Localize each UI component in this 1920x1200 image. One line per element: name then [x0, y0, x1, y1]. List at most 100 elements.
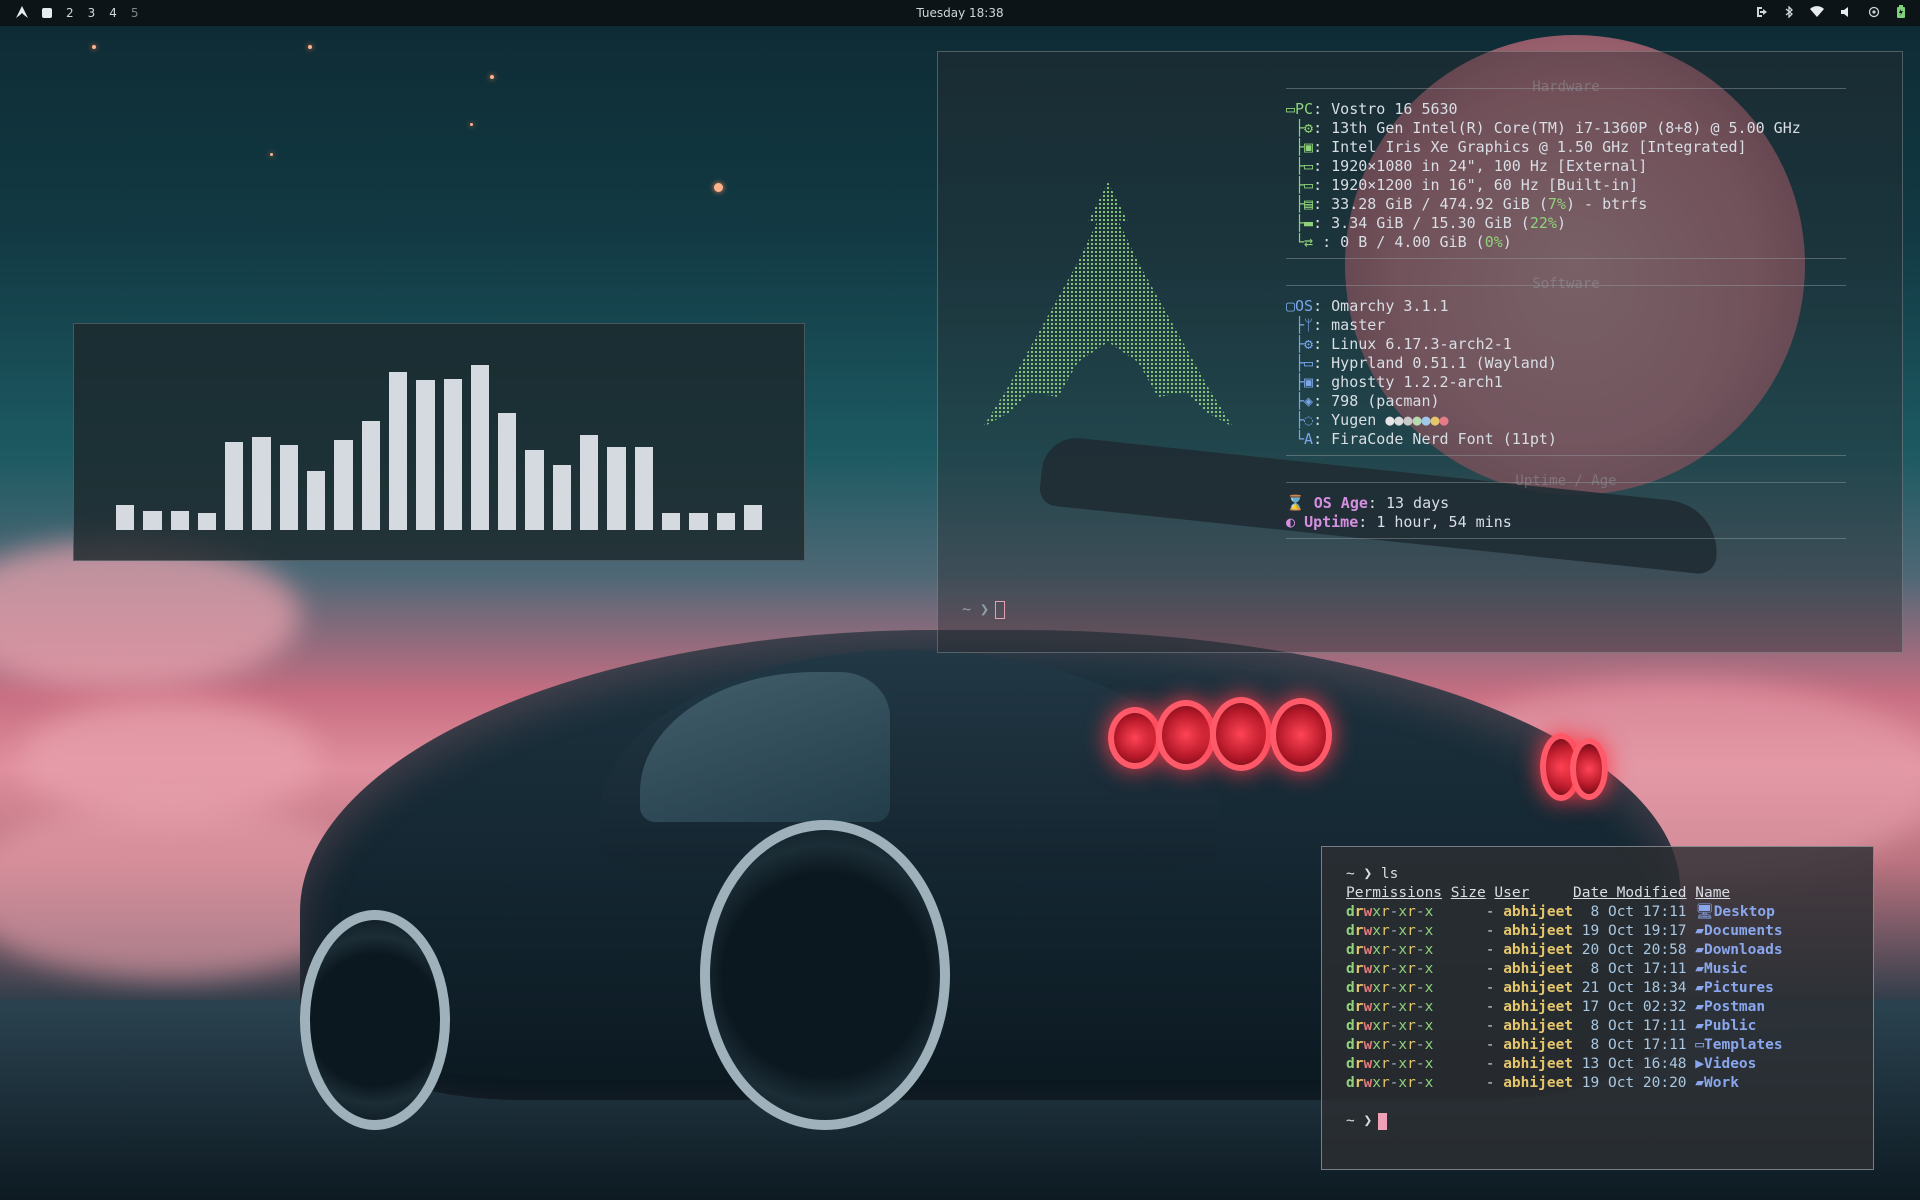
- pc-value: Vostro 16 5630: [1331, 100, 1458, 118]
- ls-row: drwxr-xr-x - abhijeet 19 Oct 20:20 ▰Work: [1346, 1074, 1873, 1093]
- file-name[interactable]: Templates: [1704, 1037, 1783, 1053]
- pc-label: PC: [1295, 100, 1314, 118]
- battery-charging-icon[interactable]: [1896, 4, 1906, 22]
- user: abhijeet: [1503, 961, 1574, 977]
- file-name[interactable]: Postman: [1704, 999, 1765, 1015]
- date-modified: 13 Oct 16:48: [1581, 1056, 1687, 1072]
- car-taillight: [1108, 707, 1162, 769]
- permissions: drwxr-xr-x: [1346, 1056, 1434, 1072]
- workspace-1-active[interactable]: [42, 8, 52, 18]
- display2-row: ├▭: 1920×1200 in 16", 60 Hz [Built-in]: [1286, 176, 1639, 194]
- ls-row: drwxr-xr-x - abhijeet 8 Oct 17:11 🖥Deskt…: [1346, 903, 1873, 922]
- wallpaper-star: [270, 153, 273, 156]
- cpu-icon[interactable]: [1868, 6, 1880, 21]
- top-bar: 2 3 4 5 Tuesday 18:38: [0, 0, 1920, 26]
- ls-row: drwxr-xr-x - abhijeet 19 Oct 19:17 ▰Docu…: [1346, 922, 1873, 941]
- display1-row: ├▭: 1920×1080 in 24", 100 Hz [External]: [1286, 157, 1648, 175]
- ls-header-row: Permissions Size User Date Modified Name: [1346, 884, 1873, 903]
- file-name[interactable]: Downloads: [1704, 942, 1783, 958]
- file-name[interactable]: Work: [1704, 1075, 1739, 1091]
- display2-value: 1920×1200 in 16", 60 Hz [Built-in]: [1331, 176, 1639, 194]
- hourglass-icon: ⌛: [1286, 494, 1305, 512]
- workspace-2[interactable]: 2: [66, 6, 74, 20]
- cpu-row: ├⚙: 13th Gen Intel(R) Core(TM) i7-1360P …: [1286, 119, 1801, 137]
- os-label: OS: [1295, 297, 1314, 315]
- file-name[interactable]: Music: [1704, 961, 1748, 977]
- wallpaper-star: [308, 45, 312, 49]
- size: -: [1485, 1018, 1495, 1034]
- memory-value: 3.34 GiB / 15.30 GiB (: [1331, 214, 1530, 232]
- permissions: drwxr-xr-x: [1346, 1018, 1434, 1034]
- workspace-5[interactable]: 5: [131, 6, 139, 20]
- size: -: [1485, 942, 1495, 958]
- logout-icon[interactable]: [1756, 6, 1768, 21]
- workspace-3[interactable]: 3: [88, 6, 96, 20]
- user: abhijeet: [1503, 1075, 1574, 1091]
- clock[interactable]: Tuesday 18:38: [916, 6, 1003, 20]
- software-title: Software: [1532, 276, 1600, 292]
- user: abhijeet: [1503, 942, 1574, 958]
- ls-row: drwxr-xr-x - abhijeet 8 Oct 17:11 ▭Templ…: [1346, 1036, 1873, 1055]
- display1-value: 1920×1080 in 24", 100 Hz [External]: [1331, 157, 1648, 175]
- car-front-wheel: [300, 910, 450, 1130]
- os-value: Omarchy 3.1.1: [1331, 297, 1449, 315]
- theme-row: ├◌: Yugen ●●●●●●●: [1286, 411, 1449, 429]
- color-palette: ●●●●●●●: [1385, 411, 1449, 429]
- date-modified: 20 Oct 20:58: [1581, 942, 1687, 958]
- ls-prompt[interactable]: ~ ❯: [1346, 1112, 1873, 1131]
- volume-icon[interactable]: [1840, 6, 1852, 21]
- uptime-value: 1 hour, 54 mins: [1376, 513, 1512, 531]
- memory-percent: 22%: [1529, 214, 1557, 232]
- ls-row: drwxr-xr-x - abhijeet 13 Oct 16:48 ▶Vide…: [1346, 1055, 1873, 1074]
- audio-visualizer-window[interactable]: [73, 323, 805, 561]
- fastfetch-terminal-window[interactable]: Hardware ▭PC: Vostro 16 5630 ├⚙: 13th Ge…: [937, 51, 1903, 653]
- gpu-value: Intel Iris Xe Graphics @ 1.50 GHz [Integ…: [1331, 138, 1747, 156]
- bluetooth-icon[interactable]: [1784, 4, 1794, 21]
- visualizer-bars: [116, 360, 763, 530]
- workspace-4[interactable]: 4: [109, 6, 117, 20]
- terminal-cursor: [1378, 1112, 1388, 1130]
- branch-value: master: [1331, 316, 1386, 334]
- wifi-icon[interactable]: [1810, 5, 1824, 21]
- visualizer-bar: [470, 365, 490, 530]
- fastfetch-prompt[interactable]: ~ ❯: [962, 600, 1006, 619]
- user: abhijeet: [1503, 980, 1574, 996]
- date-modified: 19 Oct 19:17: [1581, 923, 1687, 939]
- pc-row: ▭PC: Vostro 16 5630: [1286, 100, 1458, 118]
- file-name[interactable]: Public: [1704, 1018, 1756, 1034]
- file-name[interactable]: Desktop: [1714, 904, 1775, 920]
- disk-value: 33.28 GiB / 474.92 GiB (: [1331, 195, 1548, 213]
- header-date: Date Modified: [1573, 885, 1687, 901]
- software-section: Software ▢OS: Omarchy 3.1.1 ├ᛘ: master ├…: [1286, 276, 1846, 456]
- system-tray: [1756, 4, 1920, 22]
- uptime-label: Uptime: [1304, 513, 1359, 531]
- os-age-value: 13 days: [1385, 494, 1450, 512]
- uptime-icon: ◐: [1286, 513, 1296, 531]
- ls-terminal-window[interactable]: ~ ❯ ls Permissions Size User Date Modifi…: [1321, 846, 1874, 1170]
- wallpaper-cloud: [0, 540, 300, 690]
- date-modified: 8 Oct 17:11: [1581, 1037, 1687, 1053]
- os-row: ▢OS: Omarchy 3.1.1: [1286, 297, 1449, 315]
- visualizer-bar: [279, 445, 299, 530]
- car-taillight: [1210, 697, 1272, 771]
- visualizer-bar: [170, 511, 189, 530]
- font-row: └A: FiraCode Nerd Font (11pt): [1286, 430, 1557, 448]
- arch-logo-icon[interactable]: [16, 5, 28, 21]
- permissions: drwxr-xr-x: [1346, 1075, 1434, 1091]
- laptop-icon: ▭: [1286, 100, 1296, 118]
- visualizer-bar: [743, 504, 763, 530]
- terminal-row: ├▣: ghostty 1.2.2-arch1: [1286, 373, 1503, 391]
- permissions: drwxr-xr-x: [1346, 999, 1434, 1015]
- file-name[interactable]: Documents: [1704, 923, 1783, 939]
- visualizer-bar: [225, 441, 244, 530]
- file-name[interactable]: Pictures: [1704, 980, 1774, 996]
- user: abhijeet: [1503, 1018, 1574, 1034]
- visualizer-bar: [388, 371, 408, 530]
- swap-close: ): [1502, 233, 1512, 251]
- user: abhijeet: [1503, 904, 1574, 920]
- uptime-row: ◐ Uptime: 1 hour, 54 mins: [1286, 513, 1512, 531]
- visualizer-bar: [334, 439, 353, 530]
- visualizer-bar: [661, 513, 681, 530]
- visualizer-bar: [197, 513, 217, 530]
- file-name[interactable]: Videos: [1704, 1056, 1756, 1072]
